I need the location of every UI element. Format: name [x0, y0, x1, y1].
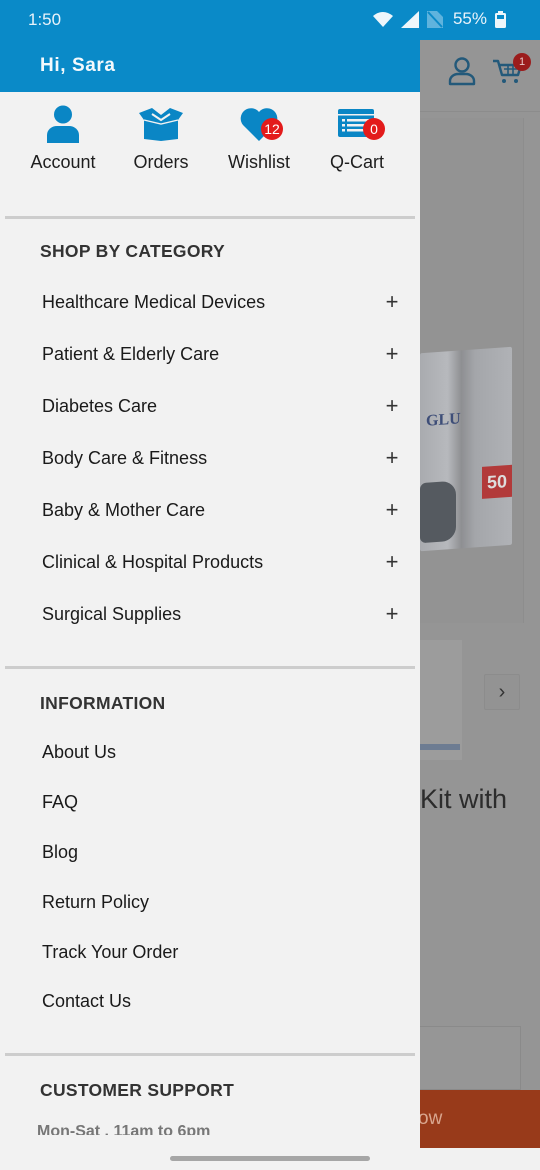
thumbnail-stripe [420, 744, 460, 750]
category-item[interactable]: Baby & Mother Care + [0, 484, 420, 536]
buy-now-button[interactable]: ow [420, 1090, 540, 1148]
shop-by-category-title: SHOP BY CATEGORY [40, 241, 226, 261]
quick-link-label: Account [30, 152, 96, 172]
glucometer-shape [420, 480, 456, 544]
quick-link-label: Orders [133, 152, 189, 172]
bottom-strip [420, 1148, 540, 1170]
support-hours: Mon-Sat , 11am to 6pm [37, 1122, 211, 1135]
info-link-faq[interactable]: FAQ [0, 778, 420, 828]
battery-percentage: 55% [452, 9, 487, 28]
information-title: INFORMATION [40, 693, 166, 713]
orders-box-icon [139, 108, 183, 141]
quick-link-label: Wishlist [228, 152, 290, 172]
category-label: Patient & Elderly Care [42, 343, 220, 364]
status-time: 1:50 [28, 10, 62, 29]
customer-support-title: CUSTOMER SUPPORT [40, 1079, 235, 1100]
info-link-blog[interactable]: Blog [0, 828, 420, 878]
product-image: GLU 50 [420, 346, 512, 552]
info-link-about-us[interactable]: About Us [0, 728, 420, 778]
battery-icon [495, 10, 506, 28]
drawer-header: Hi, Sara [0, 40, 420, 92]
product-title: Kit with [420, 784, 508, 814]
category-item[interactable]: Diabetes Care + [0, 380, 420, 432]
user-greeting: Hi, Sara [40, 55, 116, 76]
expand-plus-icon[interactable]: + [384, 601, 400, 627]
info-link-return-policy[interactable]: Return Policy [0, 877, 420, 927]
expand-plus-icon[interactable]: + [384, 445, 400, 471]
quick-link-wishlist[interactable]: 12 Wishlist [210, 104, 308, 216]
navigation-drawer: Hi, Sara Account Orders 12 Wishlist 0 Q-… [0, 40, 420, 1170]
cart-count-badge: 1 [513, 53, 531, 71]
quick-link-label: Q-Cart [330, 152, 384, 172]
information-list: About Us FAQ Blog Return Policy Track Yo… [0, 728, 420, 1027]
category-label: Healthcare Medical Devices [42, 291, 266, 312]
category-item[interactable]: Surgical Supplies + [0, 588, 420, 640]
category-list: Healthcare Medical Devices + Patient & E… [0, 276, 420, 640]
product-count-label: 50 [482, 464, 512, 499]
user-profile-icon[interactable] [448, 56, 476, 86]
no-sim-icon [426, 10, 443, 28]
category-item[interactable]: Body Care & Fitness + [0, 432, 420, 484]
wishlist-count-badge: 12 [261, 118, 283, 140]
category-item[interactable]: Clinical & Hospital Products + [0, 536, 420, 588]
quick-link-account[interactable]: Account [14, 104, 112, 216]
category-label: Surgical Supplies [42, 603, 182, 624]
category-item[interactable]: Healthcare Medical Devices + [0, 276, 420, 328]
info-link-contact-us[interactable]: Contact Us [0, 977, 420, 1027]
product-brand-text: GLU [426, 410, 461, 430]
category-label: Body Care & Fitness [42, 447, 208, 468]
account-icon [47, 105, 79, 143]
expand-plus-icon[interactable]: + [384, 289, 400, 315]
gesture-navigation-bar[interactable] [170, 1156, 370, 1161]
expand-plus-icon[interactable]: + [384, 497, 400, 523]
quick-link-orders[interactable]: Orders [112, 104, 210, 216]
qcart-count-badge: 0 [363, 118, 385, 140]
info-link-track-order[interactable]: Track Your Order [0, 927, 420, 977]
next-image-button[interactable]: › [484, 674, 520, 710]
category-label: Diabetes Care [42, 395, 158, 416]
signal-icon [400, 10, 419, 28]
quick-link-qcart[interactable]: 0 Q-Cart [308, 104, 406, 216]
quantity-box[interactable] [420, 1026, 521, 1090]
expand-plus-icon[interactable]: + [384, 393, 400, 419]
quick-links: Account Orders 12 Wishlist 0 Q-Cart [0, 92, 420, 216]
wifi-icon [372, 12, 393, 27]
product-thumbnail[interactable] [420, 640, 462, 760]
category-label: Clinical & Hospital Products [42, 551, 264, 572]
expand-plus-icon[interactable]: + [384, 341, 400, 367]
status-bar: 1:50 55% [0, 0, 540, 40]
category-item[interactable]: Patient & Elderly Care + [0, 328, 420, 380]
expand-plus-icon[interactable]: + [384, 549, 400, 575]
status-icons: 55% [372, 9, 506, 29]
category-label: Baby & Mother Care [42, 499, 206, 520]
